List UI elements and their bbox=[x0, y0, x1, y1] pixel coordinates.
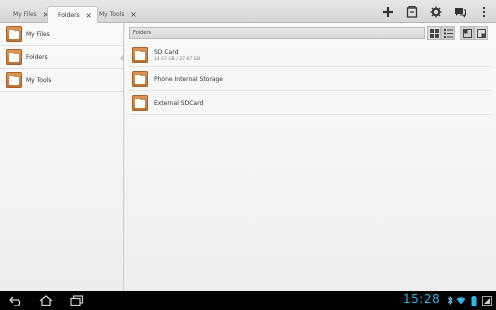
folder-icon bbox=[6, 49, 22, 65]
single-pane-button[interactable] bbox=[460, 26, 474, 40]
wifi-icon[interactable] bbox=[456, 295, 466, 306]
tab-label: My Files bbox=[13, 11, 37, 18]
tab-label: My Tools bbox=[99, 11, 125, 18]
signal-icon[interactable] bbox=[482, 295, 492, 306]
feedback-button[interactable] bbox=[448, 0, 472, 23]
folder-name: SD Card bbox=[154, 48, 179, 56]
dual-pane-button[interactable] bbox=[474, 26, 488, 40]
overflow-menu-icon bbox=[482, 6, 486, 17]
sd-card-button[interactable] bbox=[400, 0, 424, 23]
close-icon[interactable]: × bbox=[129, 10, 137, 19]
sidebar-item-my-tools[interactable]: My Tools bbox=[0, 69, 123, 92]
recent-apps-button[interactable] bbox=[67, 293, 87, 308]
add-icon bbox=[383, 6, 393, 17]
home-button[interactable] bbox=[36, 293, 56, 308]
sidebar-item-my-files[interactable]: My Files bbox=[0, 23, 123, 46]
folder-icon bbox=[132, 47, 148, 63]
single-pane-icon bbox=[462, 28, 472, 38]
action-bar bbox=[376, 0, 496, 23]
grid-view-icon bbox=[429, 28, 439, 38]
back-button[interactable] bbox=[6, 293, 26, 308]
content-pane: Folders SD Card 24.67 GB / 27.67 GB Phon… bbox=[125, 23, 496, 291]
folder-icon bbox=[132, 95, 148, 111]
storage-usage: 24.67 GB / 27.67 GB bbox=[154, 56, 201, 62]
recent-apps-icon bbox=[70, 295, 84, 306]
tab-label: Folders bbox=[58, 12, 80, 19]
sidebar-item-label: My Files bbox=[26, 30, 50, 38]
path-breadcrumb[interactable]: Folders bbox=[129, 27, 425, 39]
overflow-menu-button[interactable] bbox=[472, 0, 496, 23]
list-item-sd-card[interactable]: SD Card 24.67 GB / 27.67 GB bbox=[129, 44, 491, 67]
sd-card-icon bbox=[406, 5, 418, 18]
sidebar-item-label: Folders bbox=[26, 53, 48, 61]
system-nav-bar: 15:28 bbox=[0, 291, 496, 310]
folder-name: External SDCard bbox=[154, 99, 204, 107]
left-nav-pane: My Files Folders My Tools bbox=[0, 23, 124, 291]
feedback-icon bbox=[455, 7, 466, 18]
bluetooth-icon[interactable] bbox=[445, 295, 455, 306]
sidebar-item-label: My Tools bbox=[26, 76, 52, 84]
list-item-external-sdcard[interactable]: External SDCard bbox=[129, 92, 491, 115]
tab-my-tools[interactable]: My Tools × bbox=[89, 6, 141, 23]
status-clock[interactable]: 15:28 bbox=[403, 292, 440, 306]
battery-icon[interactable] bbox=[469, 295, 479, 306]
add-button[interactable] bbox=[376, 0, 400, 23]
list-view-button[interactable] bbox=[441, 26, 455, 40]
list-view-icon bbox=[443, 28, 453, 38]
grid-view-button[interactable] bbox=[427, 26, 441, 40]
settings-button[interactable] bbox=[424, 0, 448, 23]
settings-gear-icon bbox=[430, 6, 442, 17]
home-icon bbox=[39, 295, 53, 306]
back-icon bbox=[9, 296, 21, 306]
sidebar-item-folders[interactable]: Folders bbox=[0, 46, 124, 69]
folder-icon bbox=[132, 71, 148, 87]
folder-icon bbox=[6, 26, 22, 42]
list-item-phone-storage[interactable]: Phone Internal Storage bbox=[129, 68, 491, 91]
folder-name: Phone Internal Storage bbox=[154, 75, 223, 83]
dual-pane-icon bbox=[476, 28, 486, 38]
folder-icon bbox=[6, 72, 22, 88]
tab-bar: My Files × Folders × My Tools × bbox=[0, 0, 496, 24]
